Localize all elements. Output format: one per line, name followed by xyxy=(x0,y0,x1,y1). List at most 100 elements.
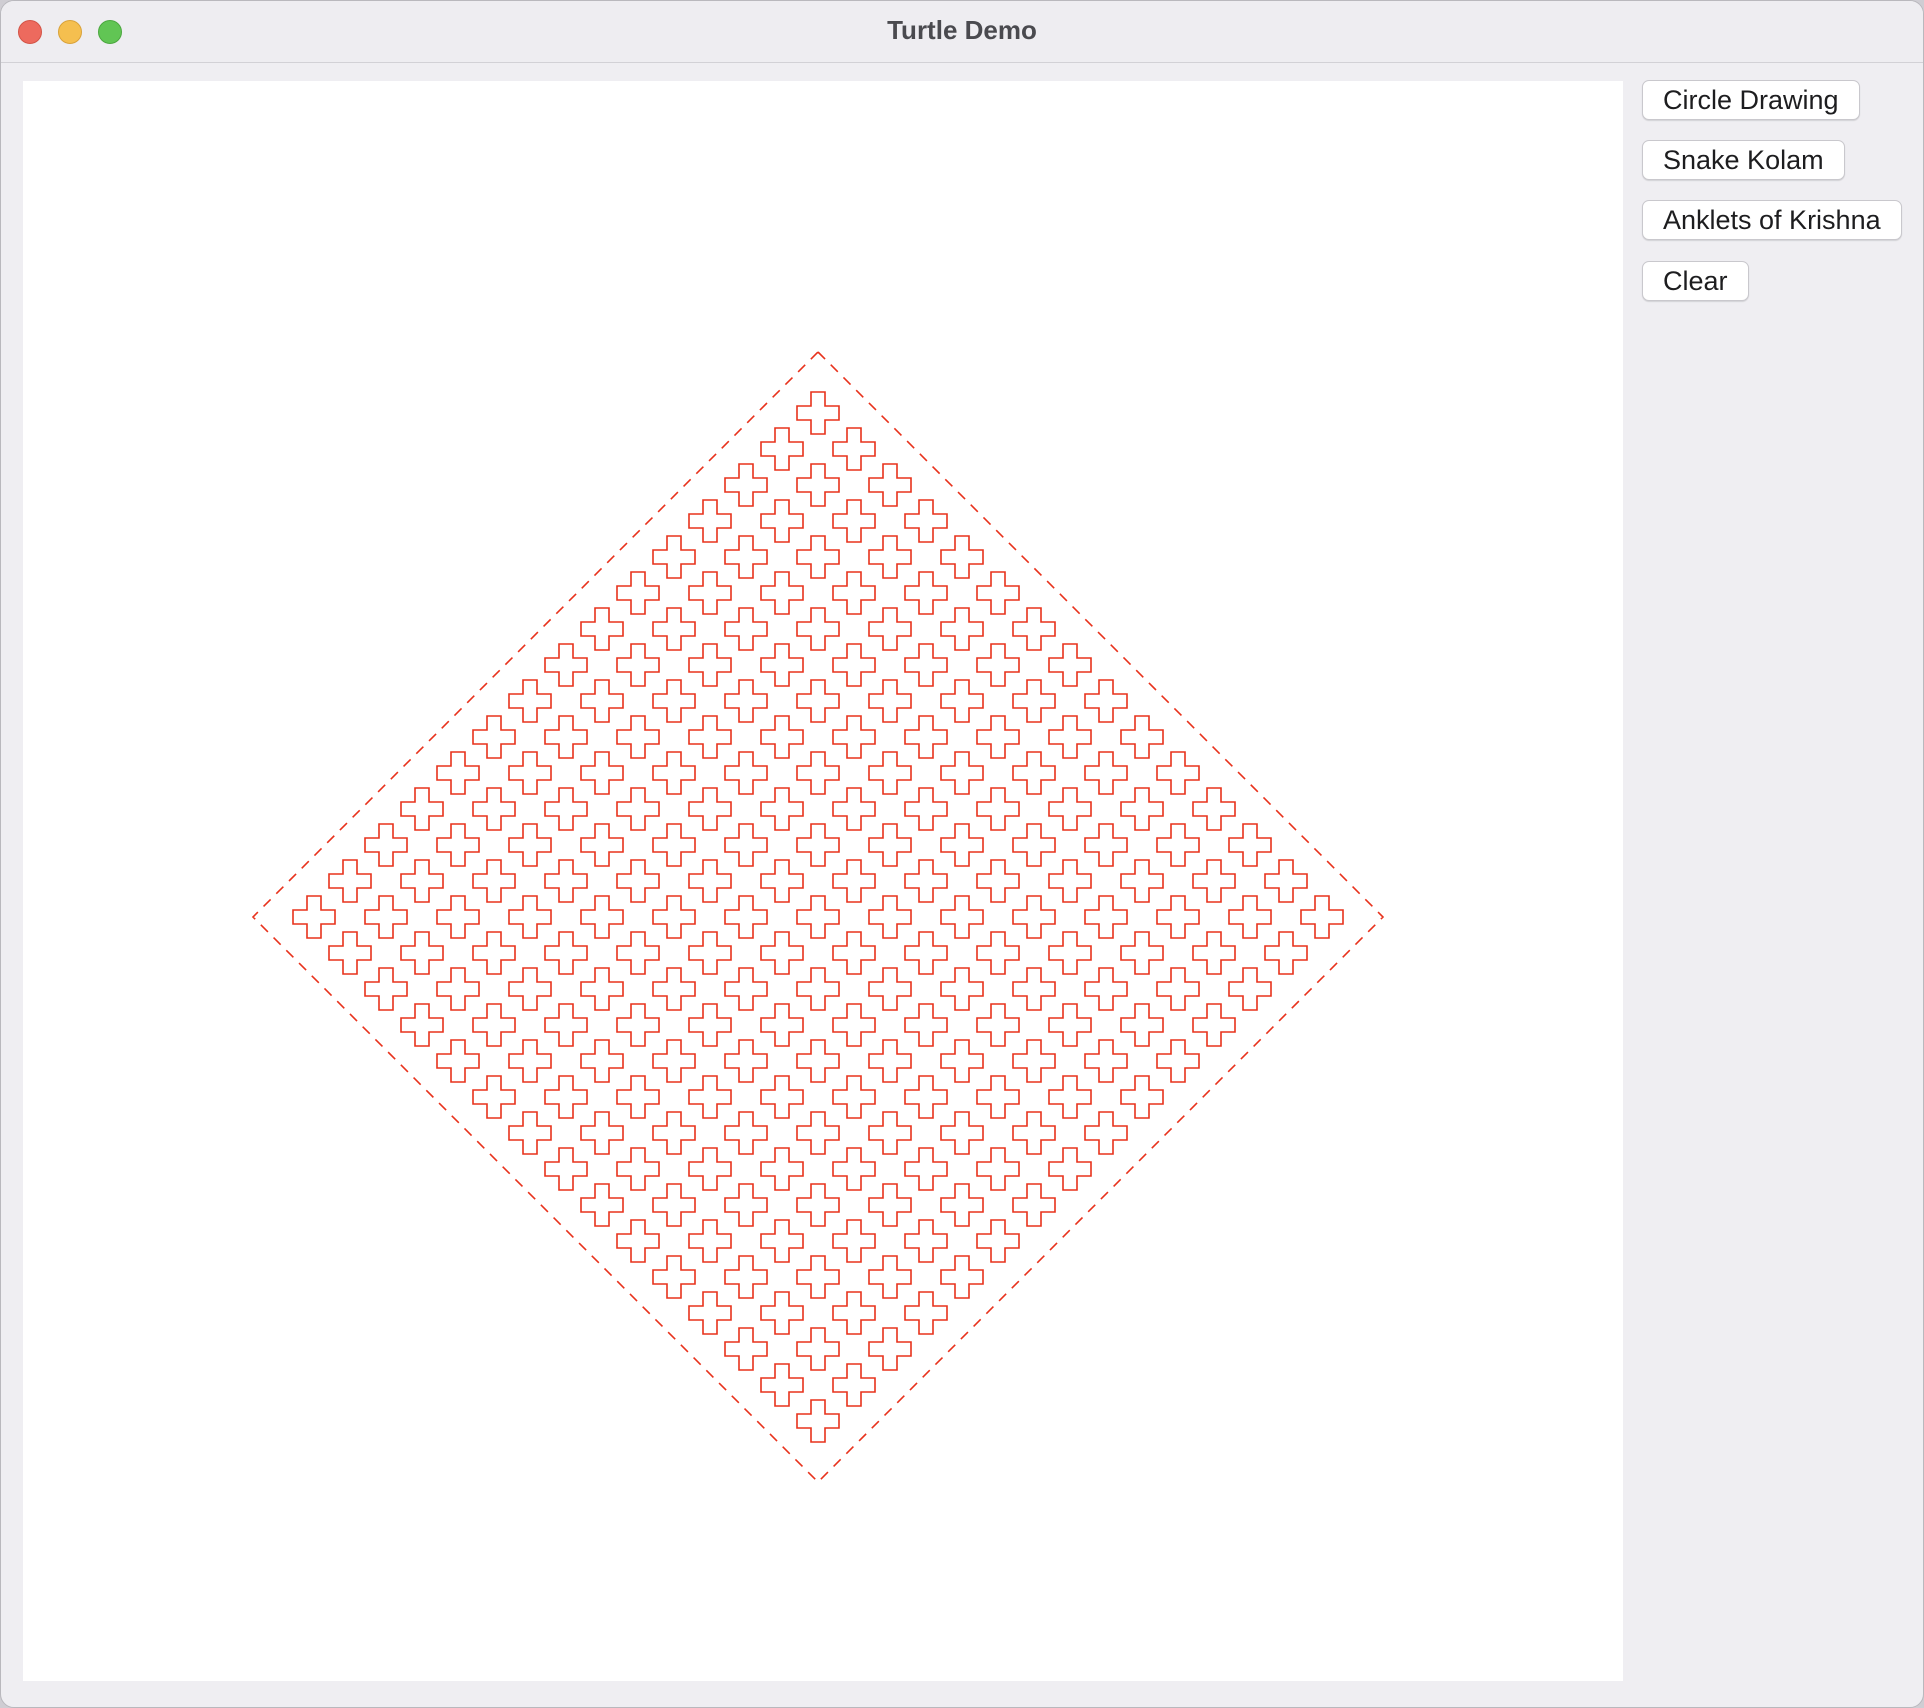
kolam-motif xyxy=(544,715,588,759)
kolam-motif xyxy=(832,643,876,687)
kolam-motif xyxy=(760,427,804,471)
kolam-motif xyxy=(940,751,984,795)
kolam-motif xyxy=(760,499,804,543)
kolam-motif xyxy=(1192,859,1236,903)
anklets-of-krishna-button[interactable]: Anklets of Krishna xyxy=(1642,200,1902,240)
kolam-motif xyxy=(688,1291,732,1335)
kolam-motif xyxy=(544,787,588,831)
circle-drawing-button[interactable]: Circle Drawing xyxy=(1642,80,1860,120)
kolam-motif xyxy=(976,859,1020,903)
kolam-motif xyxy=(904,931,948,975)
kolam-motif xyxy=(652,751,696,795)
kolam-motif xyxy=(1084,679,1128,723)
kolam-motif xyxy=(976,715,1020,759)
kolam-motif xyxy=(1084,823,1128,867)
kolam-outline xyxy=(251,350,1385,1484)
kolam-motif xyxy=(436,895,480,939)
kolam-motif xyxy=(1228,823,1272,867)
kolam-motif xyxy=(688,715,732,759)
kolam-motif xyxy=(580,1039,624,1083)
kolam-motif xyxy=(1012,967,1056,1011)
kolam-motif xyxy=(544,1075,588,1119)
kolam-motif xyxy=(868,1183,912,1227)
kolam-motif xyxy=(544,931,588,975)
kolam-motif xyxy=(1120,787,1164,831)
kolam-motif xyxy=(832,571,876,615)
kolam-motif xyxy=(328,931,372,975)
kolam-motif xyxy=(1264,931,1308,975)
kolam-motif xyxy=(508,895,552,939)
kolam-motif xyxy=(760,859,804,903)
kolam-motif xyxy=(760,643,804,687)
kolam-motif xyxy=(724,1039,768,1083)
kolam-motif xyxy=(868,535,912,579)
kolam-motif xyxy=(652,895,696,939)
kolam-motif xyxy=(292,895,336,939)
kolam-motif xyxy=(1156,967,1200,1011)
kolam-motif xyxy=(1048,787,1092,831)
kolam-motif xyxy=(940,607,984,651)
kolam-motif xyxy=(652,1039,696,1083)
kolam-motif xyxy=(904,1003,948,1047)
kolam-motif xyxy=(940,823,984,867)
kolam-motif xyxy=(796,1183,840,1227)
kolam-motif xyxy=(688,1219,732,1263)
kolam-motif xyxy=(1084,1111,1128,1155)
kolam-motif xyxy=(1012,1039,1056,1083)
kolam-motif xyxy=(616,1147,660,1191)
kolam-motif xyxy=(1156,751,1200,795)
kolam-motif xyxy=(1048,931,1092,975)
kolam-motif xyxy=(904,1291,948,1335)
kolam-motif xyxy=(796,895,840,939)
kolam-motif xyxy=(796,535,840,579)
kolam-motif xyxy=(652,1183,696,1227)
kolam-motif xyxy=(832,427,876,471)
kolam-motif xyxy=(652,1111,696,1155)
kolam-motif xyxy=(904,1147,948,1191)
kolam-motif xyxy=(616,571,660,615)
kolam-motif xyxy=(1084,751,1128,795)
kolam-motif xyxy=(832,1003,876,1047)
snake-kolam-button[interactable]: Snake Kolam xyxy=(1642,140,1845,180)
kolam-motif xyxy=(904,787,948,831)
kolam-motif xyxy=(472,1003,516,1047)
kolam-motif xyxy=(724,679,768,723)
kolam-motif xyxy=(688,571,732,615)
kolam-motif xyxy=(724,1111,768,1155)
kolam-motif xyxy=(1120,1003,1164,1047)
kolam-motif xyxy=(436,823,480,867)
kolam-motif xyxy=(652,823,696,867)
kolam-motif xyxy=(1228,967,1272,1011)
kolam-motif xyxy=(436,1039,480,1083)
kolam-motif xyxy=(688,1075,732,1119)
kolam-motif xyxy=(400,931,444,975)
kolam-motif xyxy=(472,931,516,975)
turtle-canvas[interactable] xyxy=(23,81,1623,1681)
kolam-motif xyxy=(688,643,732,687)
kolam-motif xyxy=(688,1003,732,1047)
kolam-motif xyxy=(1012,607,1056,651)
kolam-motif xyxy=(436,751,480,795)
kolam-motif xyxy=(400,787,444,831)
kolam-motif xyxy=(1048,1075,1092,1119)
kolam-motif xyxy=(796,1039,840,1083)
kolam-motif xyxy=(580,1111,624,1155)
clear-button[interactable]: Clear xyxy=(1642,261,1749,301)
kolam-motif xyxy=(724,1327,768,1371)
kolam-motif xyxy=(580,1183,624,1227)
kolam-motif xyxy=(652,1255,696,1299)
title-bar[interactable]: Turtle Demo xyxy=(1,1,1923,63)
kolam-motif xyxy=(544,1003,588,1047)
kolam-motif xyxy=(1084,967,1128,1011)
kolam-motif xyxy=(436,967,480,1011)
kolam-motif xyxy=(508,1039,552,1083)
kolam-motif xyxy=(904,499,948,543)
kolam-motif xyxy=(760,1147,804,1191)
kolam-motif xyxy=(940,1039,984,1083)
kolam-motif xyxy=(616,931,660,975)
kolam-motif xyxy=(868,1039,912,1083)
kolam-motif xyxy=(616,1003,660,1047)
kolam-motif xyxy=(796,391,840,435)
kolam-motif xyxy=(1192,1003,1236,1047)
kolam-motif xyxy=(940,1183,984,1227)
